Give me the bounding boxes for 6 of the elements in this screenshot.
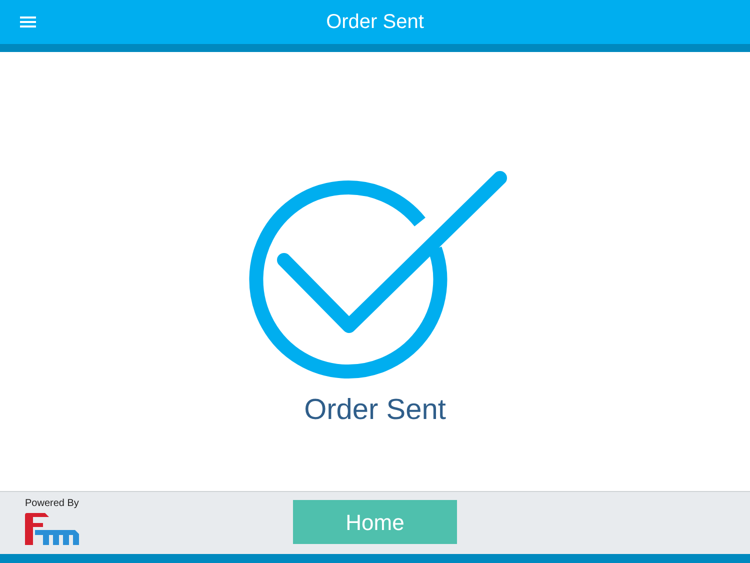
- header-title: Order Sent: [326, 10, 424, 35]
- home-button[interactable]: Home: [293, 500, 457, 544]
- status-message: Order Sent: [304, 396, 446, 425]
- menu-icon[interactable]: [20, 16, 36, 28]
- logo-icon: [25, 513, 79, 545]
- powered-by-label: Powered By: [25, 499, 79, 509]
